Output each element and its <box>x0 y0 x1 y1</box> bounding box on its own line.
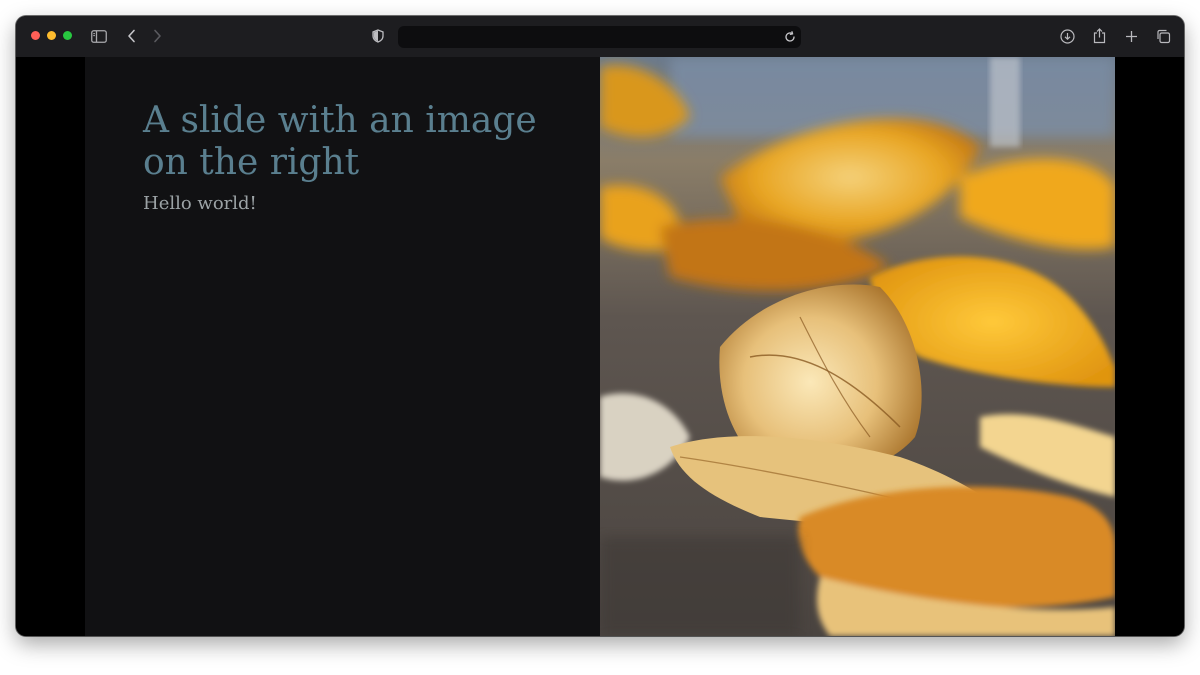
close-window-button[interactable] <box>31 31 40 40</box>
address-bar[interactable] <box>398 26 801 48</box>
tabs-overview-icon[interactable] <box>1152 25 1174 47</box>
sidebar-icon[interactable] <box>88 25 110 47</box>
plus-icon[interactable] <box>1120 25 1142 47</box>
slide-text-panel: A slide with an image on the right Hello… <box>85 57 600 636</box>
chevron-left-icon[interactable] <box>121 25 143 47</box>
share-icon[interactable] <box>1088 25 1110 47</box>
page-viewport: A slide with an image on the right Hello… <box>16 57 1184 636</box>
shield-icon[interactable] <box>367 25 389 47</box>
chevron-right-icon[interactable] <box>146 25 168 47</box>
autumn-leaves-photo <box>600 57 1115 636</box>
download-icon[interactable] <box>1056 25 1078 47</box>
slide-title: A slide with an image on the right <box>143 100 537 183</box>
slide-image <box>600 57 1115 636</box>
zoom-window-button[interactable] <box>63 31 72 40</box>
browser-toolbar <box>16 16 1184 58</box>
minimize-window-button[interactable] <box>47 31 56 40</box>
reload-icon[interactable] <box>779 26 801 48</box>
browser-window: A slide with an image on the right Hello… <box>16 16 1184 636</box>
slide-subtitle: Hello world! <box>143 193 257 214</box>
